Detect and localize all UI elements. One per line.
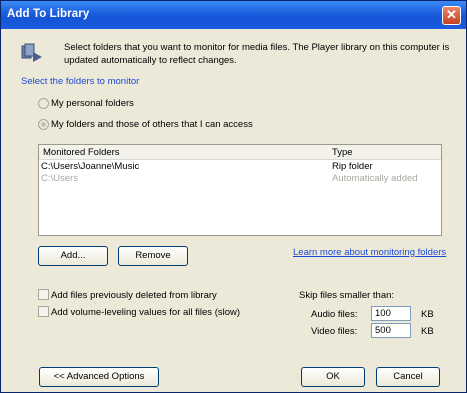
library-icon bbox=[21, 43, 42, 62]
volume-leveling-checkbox[interactable] bbox=[38, 306, 49, 317]
audio-size-input[interactable]: 100 bbox=[371, 306, 411, 321]
list-row[interactable]: C:\Users\Joanne\Music Rip folder bbox=[41, 161, 439, 173]
skip-files-title: Skip files smaller than: bbox=[299, 290, 395, 301]
add-button[interactable]: Add... bbox=[38, 246, 108, 266]
folder-type: Rip folder bbox=[332, 161, 373, 172]
radio-all-folders[interactable] bbox=[38, 119, 49, 130]
cancel-button[interactable]: Cancel bbox=[376, 367, 440, 387]
radio-all-folders-label: My folders and those of others that I ca… bbox=[51, 119, 253, 130]
learn-more-link[interactable]: Learn more about monitoring folders bbox=[293, 247, 446, 258]
monitored-folders-list[interactable]: Monitored Folders Type C:\Users\Joanne\M… bbox=[38, 144, 442, 236]
audio-unit: KB bbox=[421, 309, 434, 320]
video-unit: KB bbox=[421, 326, 434, 337]
section-label: Select the folders to monitor bbox=[21, 76, 140, 87]
deleted-files-label: Add files previously deleted from librar… bbox=[51, 290, 217, 301]
add-to-library-dialog: Add To Library ✕ Select folders that you… bbox=[0, 0, 467, 393]
window-title: Add To Library bbox=[7, 8, 90, 20]
deleted-files-checkbox[interactable] bbox=[38, 289, 49, 300]
ok-button[interactable]: OK bbox=[301, 367, 365, 387]
intro-text: Select folders that you want to monitor … bbox=[64, 42, 450, 66]
folder-path: C:\Users\Joanne\Music bbox=[41, 161, 140, 172]
audio-files-label: Audio files: bbox=[311, 309, 358, 320]
volume-leveling-label: Add volume-leveling values for all files… bbox=[51, 307, 241, 318]
column-header-type[interactable]: Type bbox=[332, 147, 353, 158]
column-header-folder[interactable]: Monitored Folders bbox=[43, 147, 120, 158]
remove-button[interactable]: Remove bbox=[118, 246, 188, 266]
radio-personal-folders-label: My personal folders bbox=[51, 98, 134, 109]
radio-personal-folders[interactable] bbox=[38, 98, 49, 109]
title-bar[interactable]: Add To Library ✕ bbox=[1, 1, 466, 29]
close-icon[interactable]: ✕ bbox=[442, 6, 461, 25]
folder-type: Automatically added bbox=[332, 173, 418, 184]
list-row[interactable]: C:\Users Automatically added bbox=[41, 173, 439, 185]
list-header: Monitored Folders Type bbox=[39, 145, 441, 160]
folder-path: C:\Users bbox=[41, 173, 78, 184]
advanced-options-button[interactable]: << Advanced Options bbox=[39, 367, 159, 387]
video-size-input[interactable]: 500 bbox=[371, 323, 411, 338]
video-files-label: Video files: bbox=[311, 326, 358, 337]
